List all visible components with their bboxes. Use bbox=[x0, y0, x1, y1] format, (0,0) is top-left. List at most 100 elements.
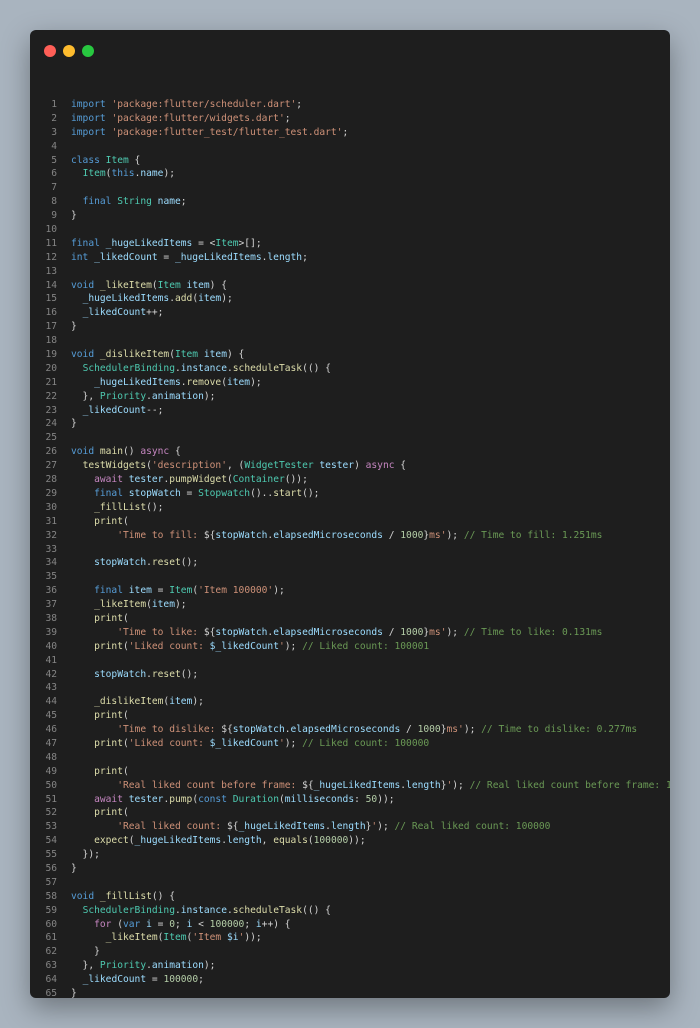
code-text: 'Real liked count before frame: ${_hugeL… bbox=[71, 779, 670, 793]
line-number: 18 bbox=[45, 335, 57, 347]
line-number: 41 bbox=[45, 654, 57, 666]
code-text: print( bbox=[71, 709, 129, 723]
code-token: equals bbox=[273, 835, 308, 847]
code-line: 20 SchedulerBinding.instance.scheduleTas… bbox=[30, 362, 670, 376]
code-text: await tester.pump(const Duration(millise… bbox=[71, 793, 394, 807]
close-button[interactable] bbox=[44, 45, 56, 57]
minimize-button[interactable] bbox=[63, 45, 75, 57]
code-line: 14 void _likeItem(Item item) { bbox=[30, 279, 670, 293]
code-line: 37 _likeItem(item); bbox=[30, 598, 670, 612]
code-line: 58 void _fillList() { bbox=[30, 890, 670, 904]
line-number: 12 bbox=[45, 251, 57, 263]
code-token: print bbox=[94, 515, 123, 527]
code-text: final _hugeLikedItems = <Item>[]; bbox=[71, 237, 262, 251]
code-token: ); bbox=[192, 696, 204, 708]
code-token: 'Time to dislike: bbox=[117, 724, 222, 736]
line-number: 56 bbox=[45, 862, 57, 874]
code-line: 53 'Real liked count: ${_hugeLikedItems.… bbox=[30, 820, 670, 834]
code-token: item bbox=[198, 293, 222, 305]
code-text: print('Liked count: $_likedCount'); // L… bbox=[71, 737, 429, 751]
code-line: 26 void main() async { bbox=[30, 445, 670, 459]
code-token: _fillList bbox=[94, 501, 147, 513]
code-text: void _dislikeItem(Item item) { bbox=[71, 348, 244, 362]
code-token: ( bbox=[123, 710, 129, 722]
line-number: 46 bbox=[45, 724, 57, 736]
code-token: = bbox=[180, 487, 199, 499]
code-line: 57 bbox=[30, 876, 670, 890]
code-line: 61 _likeItem(Item('Item $i')); bbox=[30, 931, 670, 945]
code-token: int bbox=[71, 251, 89, 263]
code-token: 'Item 100000' bbox=[198, 585, 274, 597]
code-window: 1 import 'package:flutter/scheduler.dart'… bbox=[30, 30, 670, 998]
code-text: 'Time to fill: ${stopWatch.elapsedMicros… bbox=[71, 529, 602, 543]
code-text: }, Priority.animation); bbox=[71, 390, 216, 404]
line-number: 38 bbox=[45, 612, 57, 624]
code-line: 12 int _likedCount = _hugeLikedItems.leng… bbox=[30, 251, 670, 265]
line-number: 28 bbox=[45, 474, 57, 486]
code-token: $_likedCount bbox=[209, 737, 279, 749]
code-token: }); bbox=[71, 849, 100, 861]
code-token: Duration bbox=[232, 793, 279, 805]
line-number: 1 bbox=[51, 99, 57, 110]
code-token: item bbox=[226, 376, 251, 388]
code-token: ); bbox=[463, 724, 482, 736]
code-line: 10 bbox=[30, 223, 670, 237]
code-token: // Time to like: 0.131ms bbox=[463, 626, 603, 638]
code-token: item bbox=[169, 696, 193, 708]
code-token: _fillList bbox=[99, 890, 152, 902]
line-number: 31 bbox=[45, 515, 57, 527]
code-line: 45 print( bbox=[30, 709, 670, 723]
code-token: _hugeLikedItems bbox=[105, 237, 193, 249]
code-token: ; bbox=[244, 918, 256, 930]
code-token: (); bbox=[146, 501, 164, 513]
code-token: ms' bbox=[446, 724, 464, 736]
code-text: stopWatch.reset(); bbox=[71, 668, 198, 682]
code-token: < bbox=[192, 918, 210, 930]
code-text: expect(_hugeLikedItems.length, equals(10… bbox=[71, 834, 366, 848]
code-token: tester bbox=[128, 474, 164, 486]
code-token: = bbox=[151, 918, 170, 930]
code-text: }, Priority.animation); bbox=[71, 959, 216, 973]
code-token: ); bbox=[221, 293, 233, 305]
line-number: 26 bbox=[45, 446, 57, 458]
code-token: length bbox=[226, 835, 262, 847]
code-token: // Real liked count before frame: 1 bbox=[469, 779, 670, 791]
code-line: 16 _likedCount++; bbox=[30, 306, 670, 320]
code-token: ${ bbox=[226, 821, 239, 833]
code-token: this bbox=[111, 168, 135, 180]
code-line: 21 _hugeLikedItems.remove(item); bbox=[30, 376, 670, 390]
code-token: , ( bbox=[226, 460, 245, 472]
line-number: 21 bbox=[45, 376, 57, 388]
code-token: elapsedMicroseconds bbox=[273, 626, 383, 638]
code-token: instance bbox=[180, 904, 227, 916]
code-token: ); bbox=[284, 640, 303, 652]
code-line: 6 Item(this.name); bbox=[30, 167, 670, 181]
line-number: 43 bbox=[45, 682, 57, 694]
code-text: print( bbox=[71, 765, 129, 779]
maximize-button[interactable] bbox=[82, 45, 94, 57]
code-token: _hugeLikedItems bbox=[174, 251, 262, 263]
code-line: 44 _dislikeItem(item); bbox=[30, 695, 670, 709]
code-text: _likedCount++; bbox=[71, 306, 164, 320]
line-number: 16 bbox=[45, 307, 57, 319]
code-text: import 'package:flutter/widgets.dart'; bbox=[71, 112, 291, 126]
code-token: Priority bbox=[99, 390, 147, 402]
code-line: 7 bbox=[30, 181, 670, 195]
line-number: 52 bbox=[45, 807, 57, 819]
code-line: 39 'Time to like: ${stopWatch.elapsedMic… bbox=[30, 626, 670, 640]
code-token: 'Time to like: bbox=[117, 626, 204, 638]
code-line: 48 bbox=[30, 751, 670, 765]
code-token: ; bbox=[284, 112, 291, 124]
code-token: ) { bbox=[209, 279, 227, 291]
code-token: } bbox=[71, 988, 77, 998]
code-token: 'Real liked count: bbox=[117, 821, 227, 833]
line-number: 58 bbox=[45, 890, 57, 902]
line-number: 61 bbox=[45, 932, 57, 944]
